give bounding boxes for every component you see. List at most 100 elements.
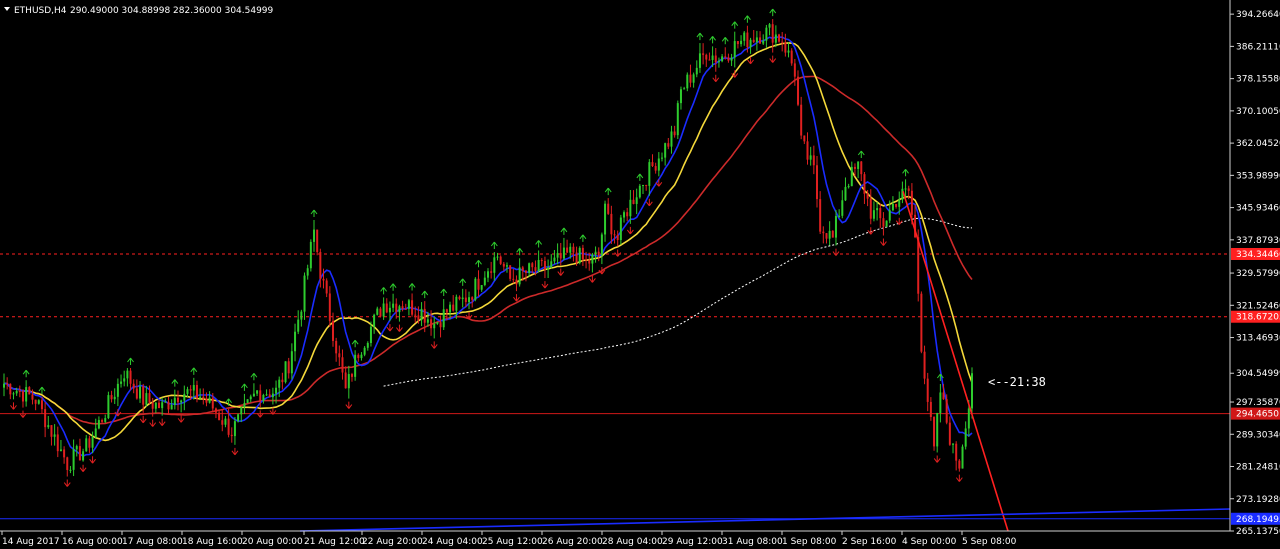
candle-body-11: [37, 400, 40, 404]
price-tick-label-9: 321.52460: [1236, 301, 1280, 311]
candle-body-121: [385, 303, 388, 313]
candle-body-20: [66, 457, 69, 470]
candle-body-97: [309, 241, 312, 269]
candle-body-244: [774, 34, 777, 43]
candle-body-239: [759, 37, 762, 44]
candle-body-204: [648, 162, 651, 186]
candle-body-223: [708, 59, 711, 61]
candle-body-99: [316, 229, 319, 252]
candle-body-206: [654, 166, 657, 171]
time-tick-label-10: 28 Aug 04:00: [602, 537, 663, 547]
time-tick-label-5: 21 Aug 12:00: [304, 537, 365, 547]
candle-body-157: [499, 256, 502, 264]
candle-body-60: [192, 385, 195, 391]
candle-body-201: [638, 185, 641, 198]
candle-body-130: [414, 314, 417, 316]
candle-body-169: [537, 260, 540, 271]
candle-body-112: [357, 354, 360, 359]
candle-body-63: [202, 396, 205, 399]
candle-body-119: [379, 308, 382, 317]
candle-body-152: [483, 277, 486, 286]
price-tick-label-10: 313.46930: [1236, 334, 1280, 344]
candle-body-25: [82, 451, 85, 461]
candle-body-100: [319, 251, 322, 279]
time-tick-label-6: 22 Aug 20:00: [362, 537, 423, 547]
time-tick-label-2: 17 Aug 08:00: [122, 537, 183, 547]
candle-body-279: [885, 220, 888, 227]
candle-body-209: [664, 143, 667, 158]
candle-body-59: [189, 389, 192, 391]
candle-body-247: [784, 42, 787, 53]
candle-body-93: [297, 319, 300, 332]
candle-body-87: [278, 379, 281, 388]
level-badge-label-3: 268.19495: [1236, 515, 1280, 525]
candle-body-89: [284, 361, 287, 383]
candle-body-274: [869, 198, 872, 219]
candle-body-58: [186, 389, 189, 394]
candle-body-292: [926, 378, 929, 402]
candle-body-113: [360, 354, 363, 359]
candle-body-75: [240, 407, 243, 415]
candle-body-159: [505, 265, 508, 267]
candle-body-176: [559, 253, 562, 259]
candle-body-170: [540, 260, 543, 262]
candle-body-4: [15, 390, 18, 394]
candle-body-5: [18, 390, 21, 392]
candle-body-151: [480, 285, 483, 290]
candle-body-263: [834, 216, 837, 238]
candle-body-175: [556, 253, 559, 258]
candle-body-277: [879, 208, 882, 219]
candle-body-293: [929, 401, 932, 418]
candle-body-76: [243, 402, 246, 408]
candle-body-142: [452, 304, 455, 311]
candle-body-246: [781, 41, 784, 43]
time-tick-label-4: 20 Aug 00:00: [242, 537, 303, 547]
candle-body-35: [113, 396, 116, 400]
candle-body-262: [831, 230, 834, 238]
candle-body-172: [547, 267, 550, 270]
time-tick-label-7: 24 Aug 04:00: [422, 537, 483, 547]
candle-body-299: [948, 422, 951, 445]
candle-body-44: [142, 386, 145, 405]
candle-body-134: [426, 319, 429, 323]
candle-body-77: [246, 399, 249, 403]
candle-body-195: [619, 217, 622, 241]
candle-body-290: [920, 293, 923, 352]
candle-body-252: [800, 104, 803, 136]
candle-body-84: [268, 394, 271, 398]
candle-body-27: [88, 438, 91, 448]
candle-body-222: [705, 54, 708, 60]
candle-body-14: [47, 425, 50, 428]
candle-body-193: [613, 234, 616, 236]
candle-body-188: [597, 251, 600, 256]
candle-body-242: [768, 24, 771, 28]
candle-body-12: [40, 400, 43, 410]
candle-body-30: [97, 420, 100, 429]
candle-body-167: [531, 263, 534, 268]
candle-body-207: [657, 158, 660, 171]
candle-body-281: [891, 203, 894, 211]
candle-body-218: [692, 74, 695, 83]
candle-body-126: [401, 306, 404, 309]
candle-body-138: [439, 322, 442, 328]
candle-body-198: [629, 199, 632, 217]
candle-body-297: [942, 392, 945, 400]
candle-body-182: [578, 247, 581, 263]
price-tick-label-6: 345.93460: [1236, 204, 1280, 214]
candle-body-28: [91, 437, 94, 448]
candle-body-273: [866, 193, 869, 199]
price-chart[interactable]: 394.26640 386.21110 378.15580 370.10050 362.…: [0, 0, 1280, 549]
candle-body-137: [436, 322, 439, 324]
candle-body-220: [698, 53, 701, 68]
candle-body-143: [455, 296, 458, 311]
candle-body-9: [31, 394, 34, 400]
candle-body-226: [717, 61, 720, 63]
price-tick-label-13: 289.30340: [1236, 430, 1280, 440]
time-tick-label-16: 5 Sep 08:00: [962, 537, 1017, 547]
candle-body-116: [369, 326, 372, 344]
candle-body-32: [104, 418, 107, 422]
candle-body-69: [221, 420, 224, 425]
candle-body-177: [562, 247, 565, 259]
candle-body-221: [702, 53, 705, 55]
candle-body-212: [673, 131, 676, 136]
